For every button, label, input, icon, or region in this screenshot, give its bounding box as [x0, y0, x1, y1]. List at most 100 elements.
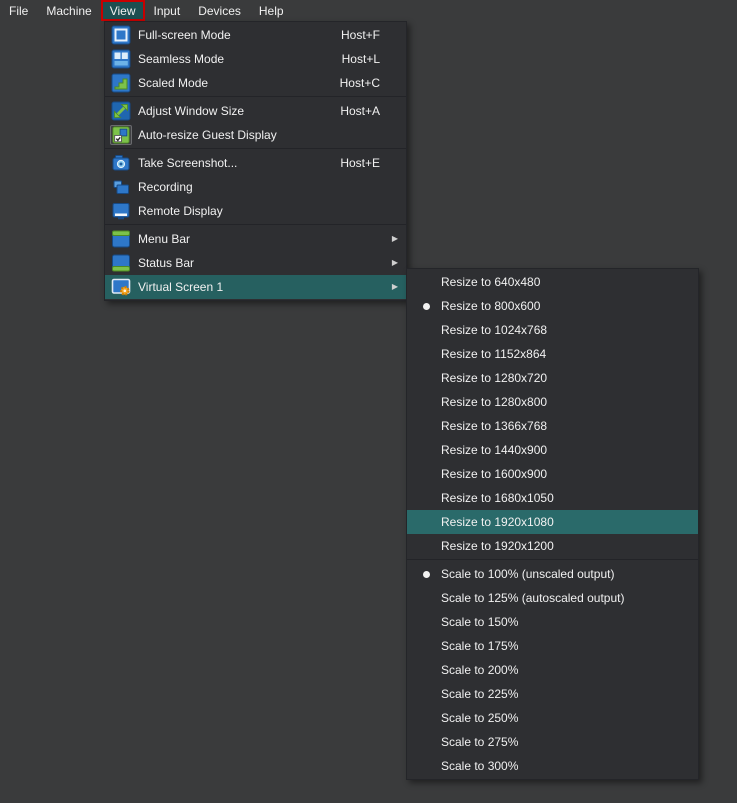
menu-separator [105, 224, 406, 226]
menu-item-label: Full-screen Mode [138, 28, 231, 42]
submenu-item-scale-125[interactable]: Scale to 125% (autoscaled output) [407, 586, 698, 610]
menu-item-label: Auto-resize Guest Display [138, 128, 277, 142]
menu-bar: File Machine View Input Devices Help [0, 0, 737, 21]
menu-item-label: Scaled Mode [138, 76, 208, 90]
submenu-arrow-icon: ▶ [392, 283, 398, 291]
shortcut-label: Host+C [340, 76, 402, 90]
shortcut-label: Host+F [341, 28, 402, 42]
virtual-screen-icon [110, 277, 132, 297]
submenu-item-resize-1280x800[interactable]: Resize to 1280x800 [407, 390, 698, 414]
radio-selected-icon [423, 571, 430, 578]
menu-separator [407, 559, 698, 561]
submenu-item-label: Scale to 125% (autoscaled output) [441, 591, 624, 605]
submenu-item-scale-300[interactable]: Scale to 300% [407, 754, 698, 778]
recording-icon [110, 177, 132, 197]
submenu-item-label: Scale to 225% [441, 687, 518, 701]
virtual-screen-1-submenu: Resize to 640x480 Resize to 800x600 Resi… [406, 268, 699, 780]
menu-item-recording[interactable]: Recording [105, 175, 406, 199]
submenu-item-label: Scale to 250% [441, 711, 518, 725]
menu-item-adjust-window-size[interactable]: Adjust Window Size Host+A [105, 99, 406, 123]
menu-item-menu-bar[interactable]: Menu Bar ▶ [105, 227, 406, 251]
menubar-item-file[interactable]: File [0, 0, 37, 21]
menu-item-label: Remote Display [138, 204, 223, 218]
shortcut-label: Host+L [342, 52, 402, 66]
menubar-item-view[interactable]: View [101, 0, 145, 21]
menu-item-take-screenshot[interactable]: Take Screenshot... Host+E [105, 151, 406, 175]
submenu-item-label: Resize to 1600x900 [441, 467, 547, 481]
adjust-window-icon [110, 101, 132, 121]
submenu-item-label: Resize to 1280x720 [441, 371, 547, 385]
menu-item-label: Adjust Window Size [138, 104, 244, 118]
screenshot-icon [110, 153, 132, 173]
menu-item-virtual-screen-1[interactable]: Virtual Screen 1 ▶ [105, 275, 406, 299]
menu-item-seamless-mode[interactable]: Seamless Mode Host+L [105, 47, 406, 71]
submenu-item-label: Resize to 1920x1080 [441, 515, 554, 529]
menu-item-label: Seamless Mode [138, 52, 224, 66]
submenu-item-scale-275[interactable]: Scale to 275% [407, 730, 698, 754]
menu-item-scaled-mode[interactable]: Scaled Mode Host+C [105, 71, 406, 95]
menu-item-label: Virtual Screen 1 [138, 280, 223, 294]
submenu-item-label: Resize to 1920x1200 [441, 539, 554, 553]
submenu-item-resize-1440x900[interactable]: Resize to 1440x900 [407, 438, 698, 462]
radio-slot [419, 303, 433, 310]
submenu-item-label: Resize to 1366x768 [441, 419, 547, 433]
menu-item-label: Status Bar [138, 256, 194, 270]
menu-separator [105, 96, 406, 98]
scaled-icon [110, 73, 132, 93]
submenu-item-resize-1280x720[interactable]: Resize to 1280x720 [407, 366, 698, 390]
submenu-item-label: Scale to 200% [441, 663, 518, 677]
submenu-arrow-icon: ▶ [392, 235, 398, 243]
submenu-item-label: Scale to 300% [441, 759, 518, 773]
submenu-item-scale-150[interactable]: Scale to 150% [407, 610, 698, 634]
submenu-item-resize-640x480[interactable]: Resize to 640x480 [407, 270, 698, 294]
submenu-item-resize-1024x768[interactable]: Resize to 1024x768 [407, 318, 698, 342]
submenu-item-resize-1920x1200[interactable]: Resize to 1920x1200 [407, 534, 698, 558]
menubar-item-machine[interactable]: Machine [37, 0, 100, 21]
submenu-item-label: Resize to 800x600 [441, 299, 540, 313]
submenu-item-label: Resize to 1024x768 [441, 323, 547, 337]
submenu-item-label: Scale to 100% (unscaled output) [441, 567, 614, 581]
view-menu: Full-screen Mode Host+F Seamless Mode Ho… [104, 21, 407, 301]
menu-bar-icon [110, 229, 132, 249]
submenu-item-scale-225[interactable]: Scale to 225% [407, 682, 698, 706]
shortcut-label: Host+E [340, 156, 402, 170]
status-bar-icon [110, 253, 132, 273]
submenu-item-resize-1366x768[interactable]: Resize to 1366x768 [407, 414, 698, 438]
submenu-item-label: Resize to 1440x900 [441, 443, 547, 457]
submenu-item-resize-1152x864[interactable]: Resize to 1152x864 [407, 342, 698, 366]
submenu-item-scale-200[interactable]: Scale to 200% [407, 658, 698, 682]
submenu-item-scale-175[interactable]: Scale to 175% [407, 634, 698, 658]
submenu-item-label: Resize to 1152x864 [441, 347, 546, 361]
menubar-item-help[interactable]: Help [250, 0, 293, 21]
submenu-item-scale-250[interactable]: Scale to 250% [407, 706, 698, 730]
menubar-item-devices[interactable]: Devices [189, 0, 250, 21]
submenu-item-resize-1920x1080[interactable]: Resize to 1920x1080 [407, 510, 698, 534]
submenu-item-label: Resize to 640x480 [441, 275, 540, 289]
fullscreen-icon [110, 25, 132, 45]
auto-resize-icon [110, 125, 132, 145]
menu-item-label: Recording [138, 180, 193, 194]
submenu-item-resize-1680x1050[interactable]: Resize to 1680x1050 [407, 486, 698, 510]
submenu-item-resize-800x600[interactable]: Resize to 800x600 [407, 294, 698, 318]
submenu-item-resize-1600x900[interactable]: Resize to 1600x900 [407, 462, 698, 486]
menu-item-status-bar[interactable]: Status Bar ▶ [105, 251, 406, 275]
seamless-icon [110, 49, 132, 69]
menu-item-fullscreen-mode[interactable]: Full-screen Mode Host+F [105, 23, 406, 47]
submenu-item-scale-100[interactable]: Scale to 100% (unscaled output) [407, 562, 698, 586]
submenu-item-label: Scale to 175% [441, 639, 518, 653]
submenu-item-label: Scale to 150% [441, 615, 518, 629]
menu-item-label: Menu Bar [138, 232, 190, 246]
menu-item-label: Take Screenshot... [138, 156, 237, 170]
menu-item-remote-display[interactable]: Remote Display [105, 199, 406, 223]
submenu-item-label: Scale to 275% [441, 735, 518, 749]
menu-item-auto-resize-guest-display[interactable]: Auto-resize Guest Display [105, 123, 406, 147]
remote-display-icon [110, 201, 132, 221]
menu-separator [105, 148, 406, 150]
radio-selected-icon [423, 303, 430, 310]
menubar-item-input[interactable]: Input [145, 0, 190, 21]
submenu-arrow-icon: ▶ [392, 259, 398, 267]
shortcut-label: Host+A [340, 104, 402, 118]
radio-slot [419, 571, 433, 578]
submenu-item-label: Resize to 1680x1050 [441, 491, 554, 505]
submenu-item-label: Resize to 1280x800 [441, 395, 547, 409]
